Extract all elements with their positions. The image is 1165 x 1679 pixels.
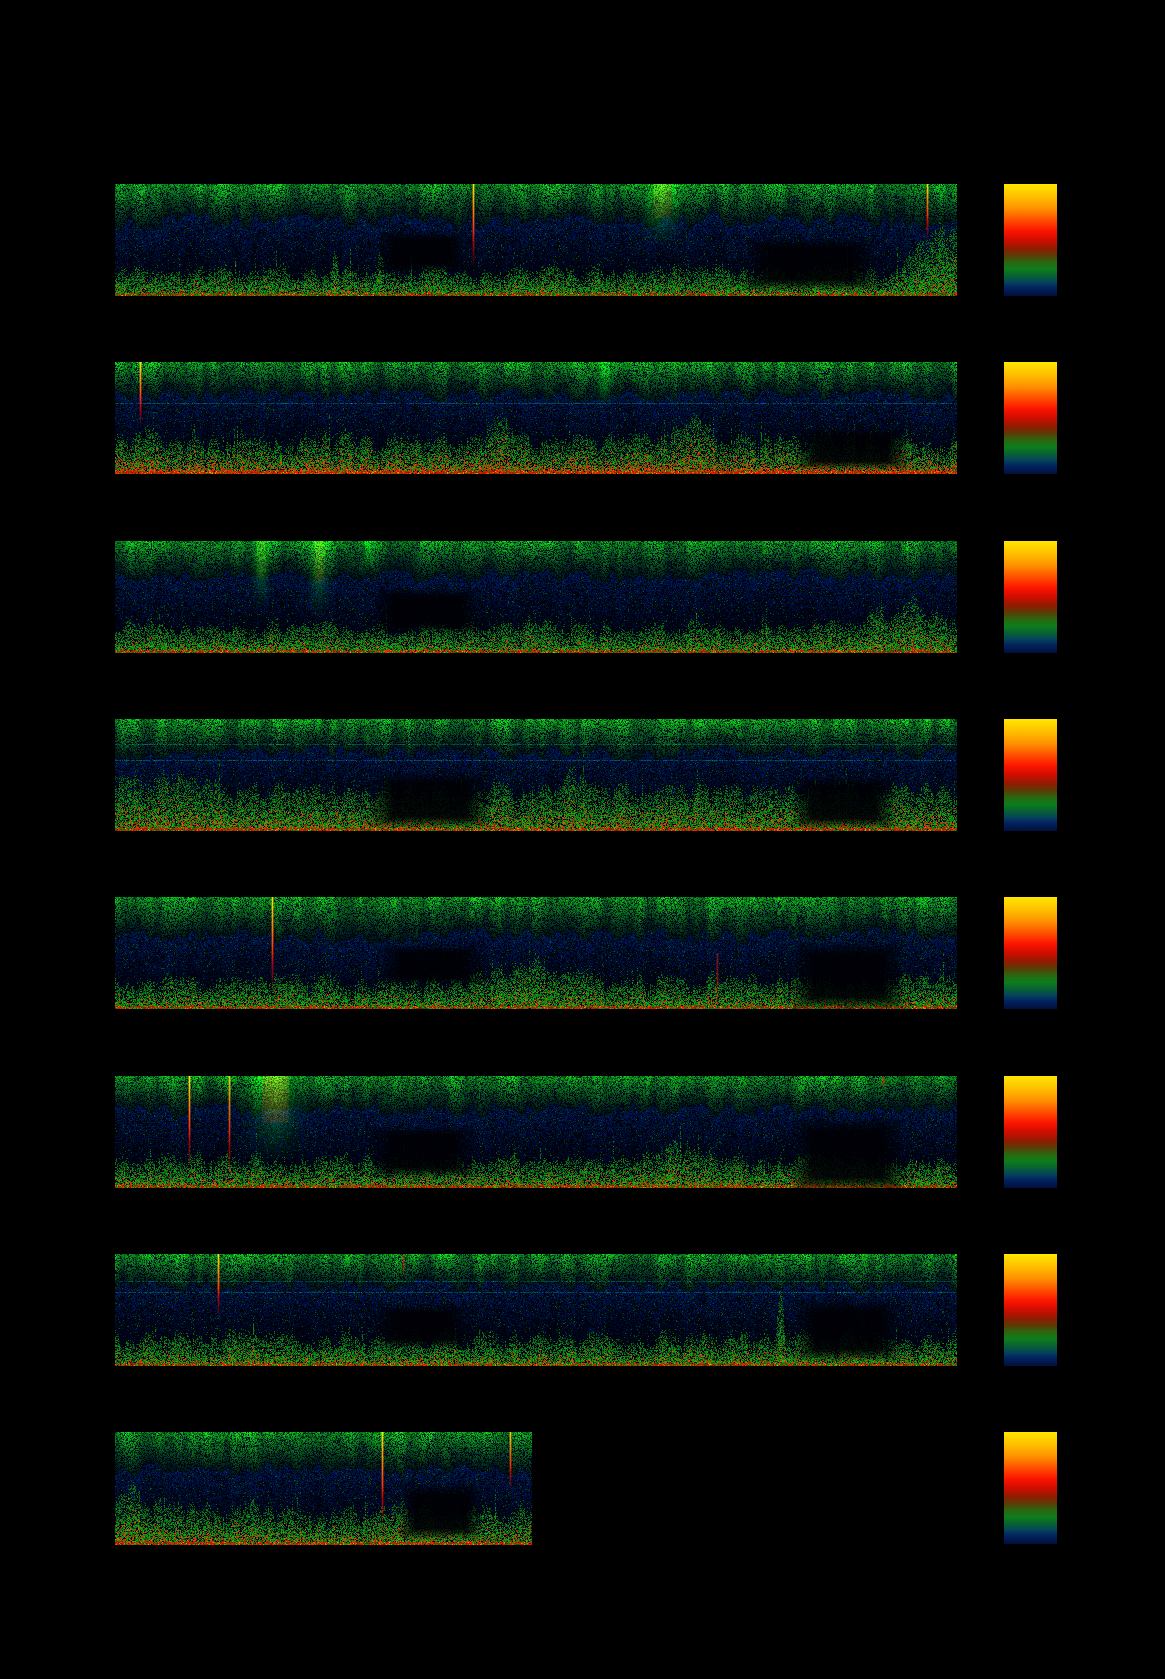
spectrogram-row-7 (115, 1254, 957, 1366)
spectrogram-row-3 (115, 541, 957, 653)
spectrogram-row-6 (115, 1076, 957, 1188)
colorbar-2 (1004, 362, 1057, 474)
spectrogram-row-5 (115, 897, 957, 1009)
colorbar-7 (1004, 1254, 1057, 1366)
spectrogram-row-1 (115, 184, 957, 296)
colorbar-1 (1004, 184, 1057, 296)
spectrogram-figure (0, 0, 1165, 1679)
colorbar-5 (1004, 897, 1057, 1009)
spectrogram-row-4 (115, 719, 957, 831)
colorbar-6 (1004, 1076, 1057, 1188)
spectrogram-row-2 (115, 362, 957, 474)
colorbar-8 (1004, 1432, 1057, 1544)
colorbar-3 (1004, 541, 1057, 653)
spectrogram-row-8 (115, 1432, 532, 1545)
colorbar-4 (1004, 719, 1057, 831)
